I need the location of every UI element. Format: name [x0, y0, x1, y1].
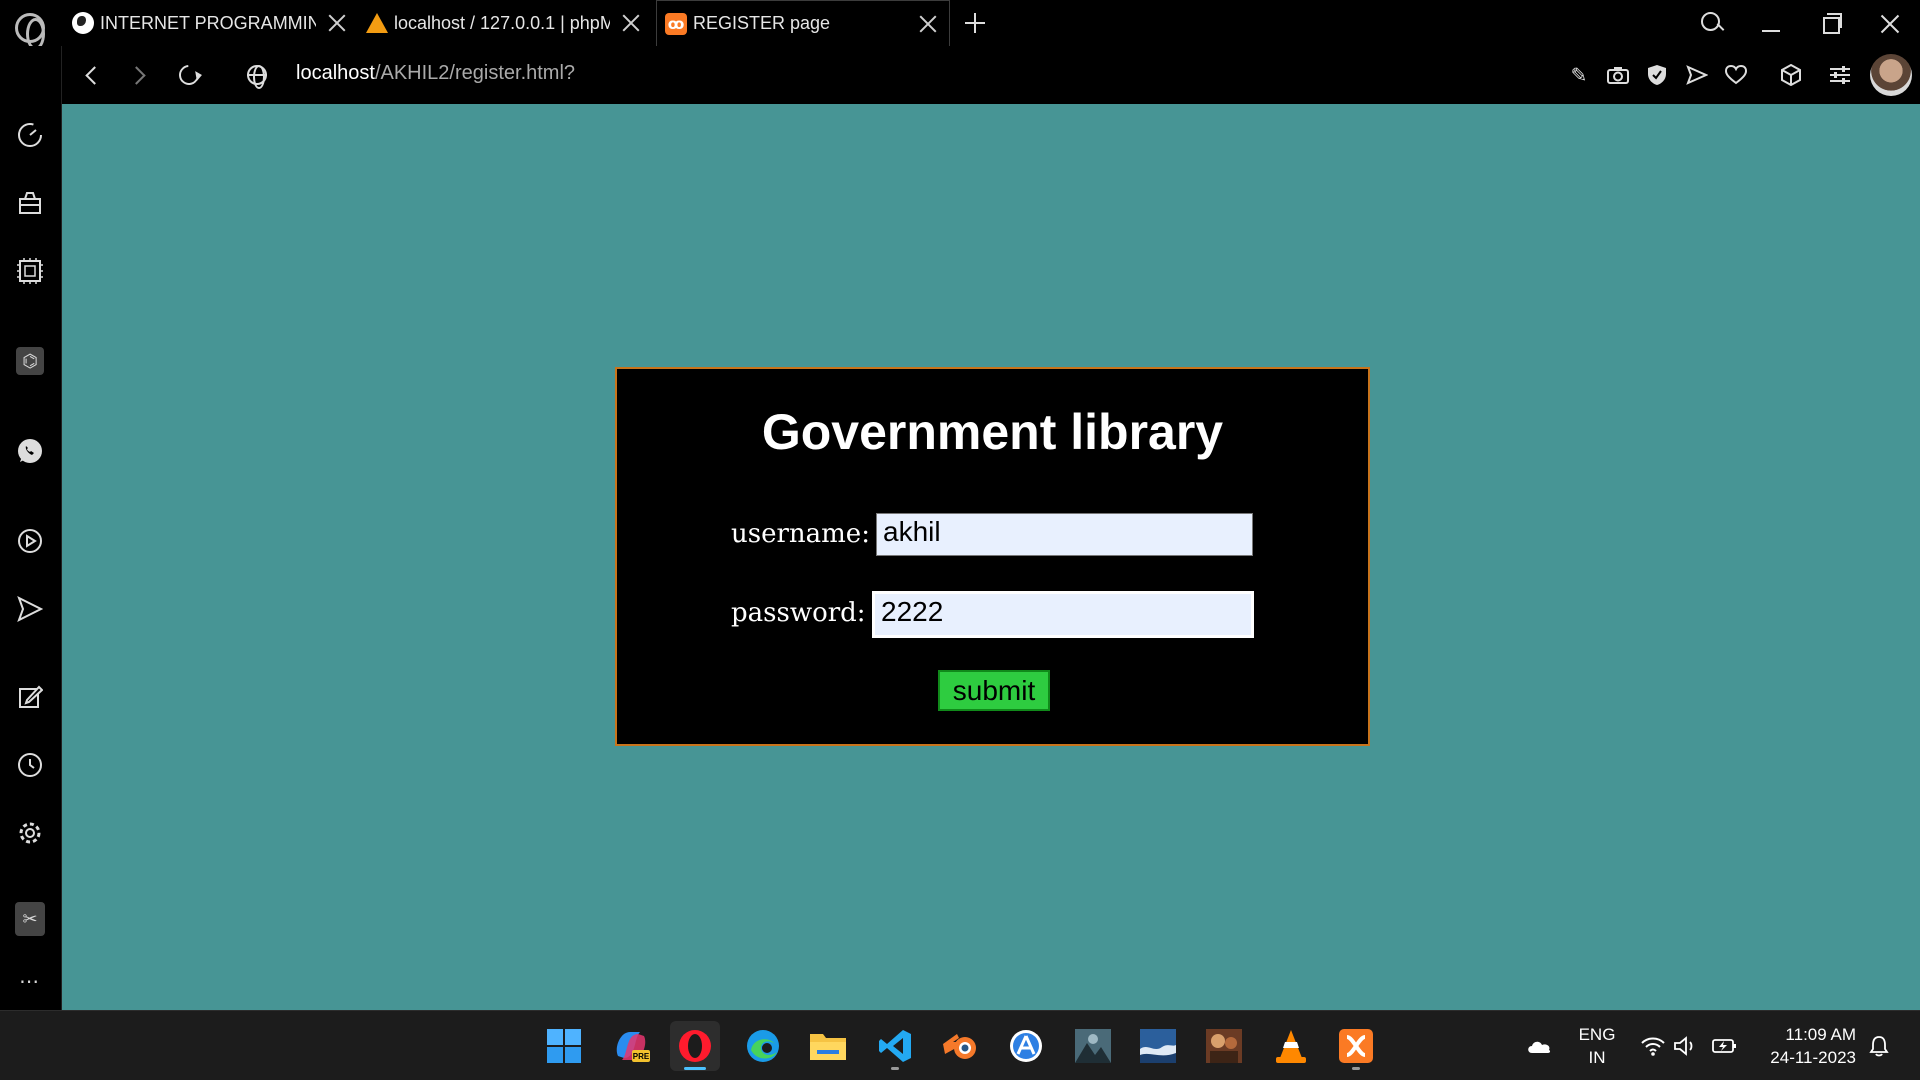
photo-shortcut-2[interactable] — [1133, 1021, 1183, 1071]
svg-text:PRE: PRE — [633, 1052, 650, 1061]
clock-time: 11:09 AM — [1785, 1025, 1856, 1044]
running-indicator — [684, 1067, 706, 1070]
volume-icon[interactable] — [1672, 1035, 1698, 1057]
password-label: password: — [731, 598, 866, 628]
photo-shortcut-1[interactable] — [1068, 1021, 1118, 1071]
chevron-right-icon — [126, 65, 146, 85]
url-field[interactable]: localhost/AKHIL2/register.html? — [296, 62, 575, 85]
flow-send-icon[interactable] — [15, 594, 45, 624]
heart-icon[interactable] — [1723, 62, 1749, 88]
running-indicator — [1352, 1067, 1360, 1070]
minimize-button[interactable] — [1750, 4, 1790, 44]
forward-button[interactable] — [124, 60, 154, 90]
tab-close-icon[interactable] — [324, 10, 350, 36]
running-indicator — [891, 1067, 899, 1070]
easy-setup-icon[interactable] — [1827, 62, 1853, 88]
sidebar-customize-icon[interactable]: ✂ — [15, 902, 45, 936]
more-options-icon[interactable]: ⋯ — [15, 966, 45, 996]
onedrive-cloud-icon[interactable] — [1526, 1035, 1552, 1057]
battery-charging-icon[interactable] — [1711, 1035, 1737, 1057]
taskbar: PRE ENG IN 11:09 AM 24-11-2023 — [0, 1010, 1920, 1080]
tab-register-page[interactable]: ꝏ REGISTER page — [656, 0, 950, 46]
tab-title: REGISTER page — [693, 13, 831, 33]
tab-strip: INTERNET PROGRAMMING localhost / 127.0.0… — [0, 0, 1920, 50]
vlc-app[interactable] — [1266, 1021, 1316, 1071]
url-host: localhost — [296, 62, 375, 84]
clock-date: 24-11-2023 — [1770, 1048, 1856, 1067]
tab-phpmyadmin[interactable]: localhost / 127.0.0.1 | phpM — [366, 0, 644, 46]
register-form-card: Government library username: akhil passw… — [615, 367, 1370, 746]
password-input[interactable]: 2222 — [871, 590, 1255, 639]
input-language[interactable]: ENG IN — [1572, 1023, 1622, 1069]
tab-close-icon[interactable] — [915, 11, 941, 37]
history-clock-icon[interactable] — [15, 750, 45, 780]
address-bar: localhost/AKHIL2/register.html? ✎ — [62, 46, 1920, 104]
settings-gear-icon[interactable] — [15, 818, 45, 848]
username-label: username: — [731, 519, 870, 549]
tab-internet-programming[interactable]: INTERNET PROGRAMMING — [70, 0, 350, 46]
xampp-app[interactable] — [1331, 1021, 1381, 1071]
photo-shortcut-3[interactable] — [1199, 1021, 1249, 1071]
camera-icon[interactable] — [1605, 62, 1631, 88]
blender-app[interactable] — [935, 1021, 985, 1071]
reload-icon — [174, 60, 204, 90]
tab-title: localhost / 127.0.0.1 | phpM — [394, 12, 610, 33]
profile-avatar[interactable] — [1870, 54, 1912, 96]
page-title: Government library — [761, 404, 1224, 460]
close-window-button[interactable] — [1870, 4, 1910, 44]
send-icon[interactable] — [1684, 62, 1710, 88]
snapshot-edit-icon[interactable]: ✎ — [1566, 62, 1592, 88]
site-info-button[interactable] — [242, 60, 272, 90]
page-viewport: Government library username: akhil passw… — [62, 104, 1920, 1010]
language-code: ENG — [1578, 1025, 1616, 1044]
tab-title: INTERNET PROGRAMMING — [100, 12, 316, 33]
notifications-bell-icon[interactable] — [1866, 1035, 1892, 1057]
whatsapp-icon[interactable] — [15, 436, 45, 466]
globe-icon — [247, 65, 267, 89]
copilot-pre-app[interactable]: PRE — [606, 1021, 656, 1071]
aria-ai-icon[interactable] — [15, 256, 45, 286]
player-icon[interactable] — [15, 526, 45, 556]
wifi-icon[interactable] — [1640, 1035, 1666, 1057]
clock[interactable]: 11:09 AM 24-11-2023 — [1752, 1023, 1856, 1069]
shopping-icon[interactable] — [15, 188, 45, 218]
pinboard-icon[interactable] — [15, 682, 45, 712]
chevron-left-icon — [84, 65, 104, 85]
username-input[interactable]: akhil — [876, 513, 1253, 556]
new-tab-button[interactable] — [960, 8, 990, 38]
tab-search-icon[interactable] — [1692, 4, 1732, 44]
globe-favicon-icon — [72, 12, 94, 34]
windows-start-button[interactable] — [539, 1021, 589, 1071]
extensions-cube-icon[interactable] — [1778, 62, 1804, 88]
edge-app[interactable] — [738, 1021, 788, 1071]
tab-close-icon[interactable] — [618, 10, 644, 36]
opera-taskbar-app[interactable] — [670, 1021, 720, 1071]
app-store-app[interactable] — [1001, 1021, 1051, 1071]
back-button[interactable] — [76, 60, 106, 90]
xampp-favicon-icon: ꝏ — [665, 12, 687, 35]
phpmyadmin-favicon-icon — [366, 12, 388, 34]
region-code: IN — [1588, 1048, 1606, 1067]
speed-dial-icon[interactable] — [15, 120, 45, 150]
vpn-shield-icon[interactable] — [1644, 62, 1670, 88]
reload-button[interactable] — [174, 60, 204, 90]
restore-button[interactable] — [1810, 4, 1850, 44]
chatgpt-icon[interactable]: ⌬ — [15, 346, 45, 376]
vscode-app[interactable] — [870, 1021, 920, 1071]
opera-menu-icon[interactable] — [15, 13, 45, 50]
file-explorer-app[interactable] — [803, 1021, 853, 1071]
sidebar: ⌬ ✂ ⋯ — [0, 46, 62, 1010]
submit-button[interactable]: submit — [938, 670, 1050, 711]
url-path: /AKHIL2/register.html? — [374, 62, 576, 84]
